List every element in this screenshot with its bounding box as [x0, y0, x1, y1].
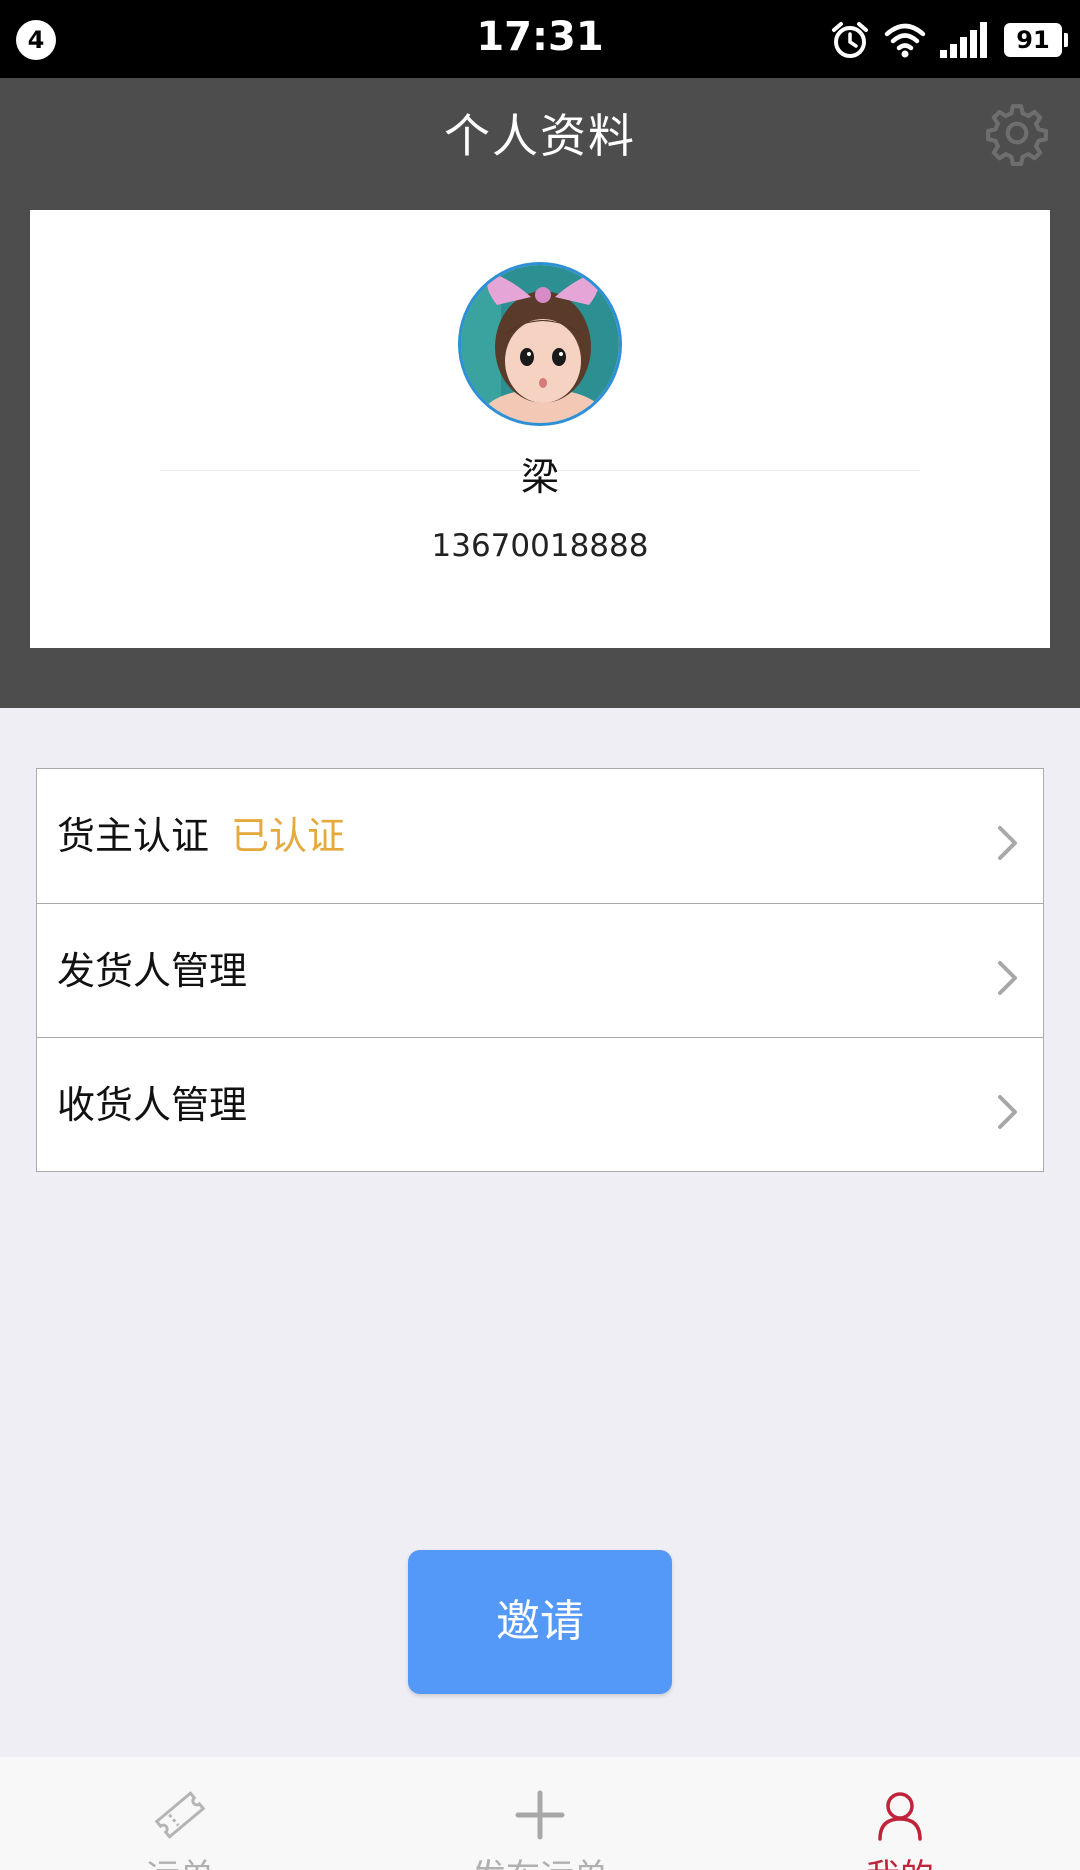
menu-item-sender-management[interactable]: 发货人管理 — [37, 903, 1043, 1037]
menu-item-label: 货主认证 — [57, 814, 210, 858]
ticket-icon — [154, 1791, 206, 1839]
doll-avatar-image — [461, 265, 619, 423]
menu-item-label: 发货人管理 — [57, 949, 248, 993]
bottom-nav: 运单 发布运单 我的 — [0, 1757, 1080, 1870]
page-title: 个人资料 — [444, 109, 636, 163]
profile-card: 梁 13670018888 — [30, 210, 1050, 648]
tab-publish-waybill[interactable]: 发布运单 — [420, 1757, 660, 1870]
tab-label: 运单 — [100, 1849, 260, 1870]
tab-label: 发布运单 — [420, 1849, 660, 1870]
chevron-right-icon — [998, 961, 1017, 995]
plus-icon — [515, 1790, 565, 1840]
verified-status: 已认证 — [231, 814, 346, 858]
gear-icon[interactable] — [984, 100, 1050, 166]
chevron-right-icon — [998, 826, 1017, 860]
alarm-icon — [832, 22, 868, 58]
user-name: 梁 — [520, 455, 559, 499]
battery-indicator: 91 — [1004, 23, 1068, 57]
status-icons: 91 — [830, 18, 1068, 62]
wifi-icon — [884, 23, 926, 58]
person-icon — [878, 1792, 922, 1841]
profile-header: 个人资料 梁 13670018888 — [0, 78, 1080, 708]
status-bar: 4 17:31 91 — [0, 0, 1080, 78]
menu-item-shipper-verification[interactable]: 货主认证 已认证 — [37, 769, 1043, 903]
menu-item-label: 收货人管理 — [57, 1083, 248, 1127]
avatar[interactable] — [458, 262, 622, 426]
profile-menu: 货主认证 已认证 发货人管理 收货人管理 — [36, 768, 1044, 1172]
signal-icon — [940, 22, 987, 58]
menu-item-receiver-management[interactable]: 收货人管理 — [37, 1037, 1043, 1171]
user-phone: 13670018888 — [431, 528, 649, 564]
tab-waybills[interactable]: 运单 — [100, 1757, 260, 1870]
tab-label: 我的 — [820, 1849, 980, 1870]
invite-button[interactable]: 邀请 — [408, 1550, 672, 1694]
tab-mine[interactable]: 我的 — [820, 1757, 980, 1870]
chevron-right-icon — [998, 1095, 1017, 1129]
